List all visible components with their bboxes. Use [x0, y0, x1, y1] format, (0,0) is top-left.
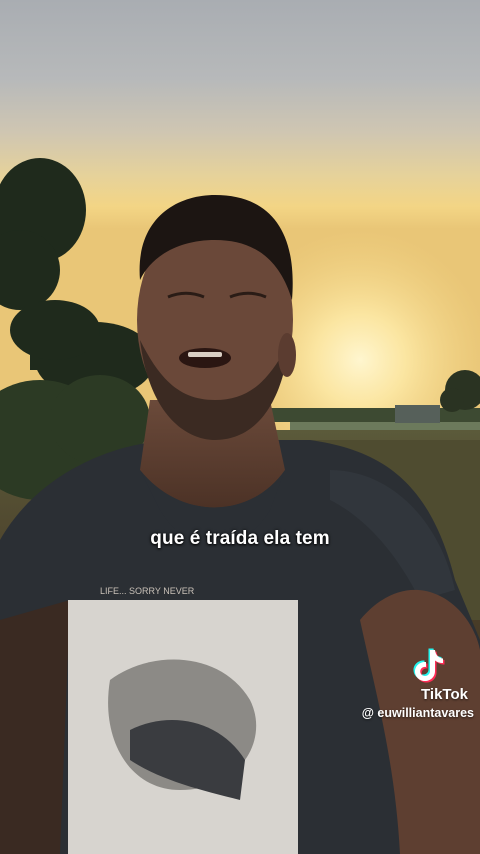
video-frame[interactable]: LIFE... SORRY NEVER que é traída ela tem…	[0, 0, 480, 854]
tiktok-logo-icon	[413, 648, 445, 683]
tiktok-watermark: TikTok @ euwilliantavares	[336, 646, 476, 726]
creator-handle: @ euwilliantavares	[361, 706, 474, 720]
tiktok-brand-label: TikTok	[421, 686, 468, 703]
shirt-print-text: LIFE... SORRY NEVER	[100, 586, 195, 596]
video-caption: que é traída ela tem	[150, 528, 330, 549]
